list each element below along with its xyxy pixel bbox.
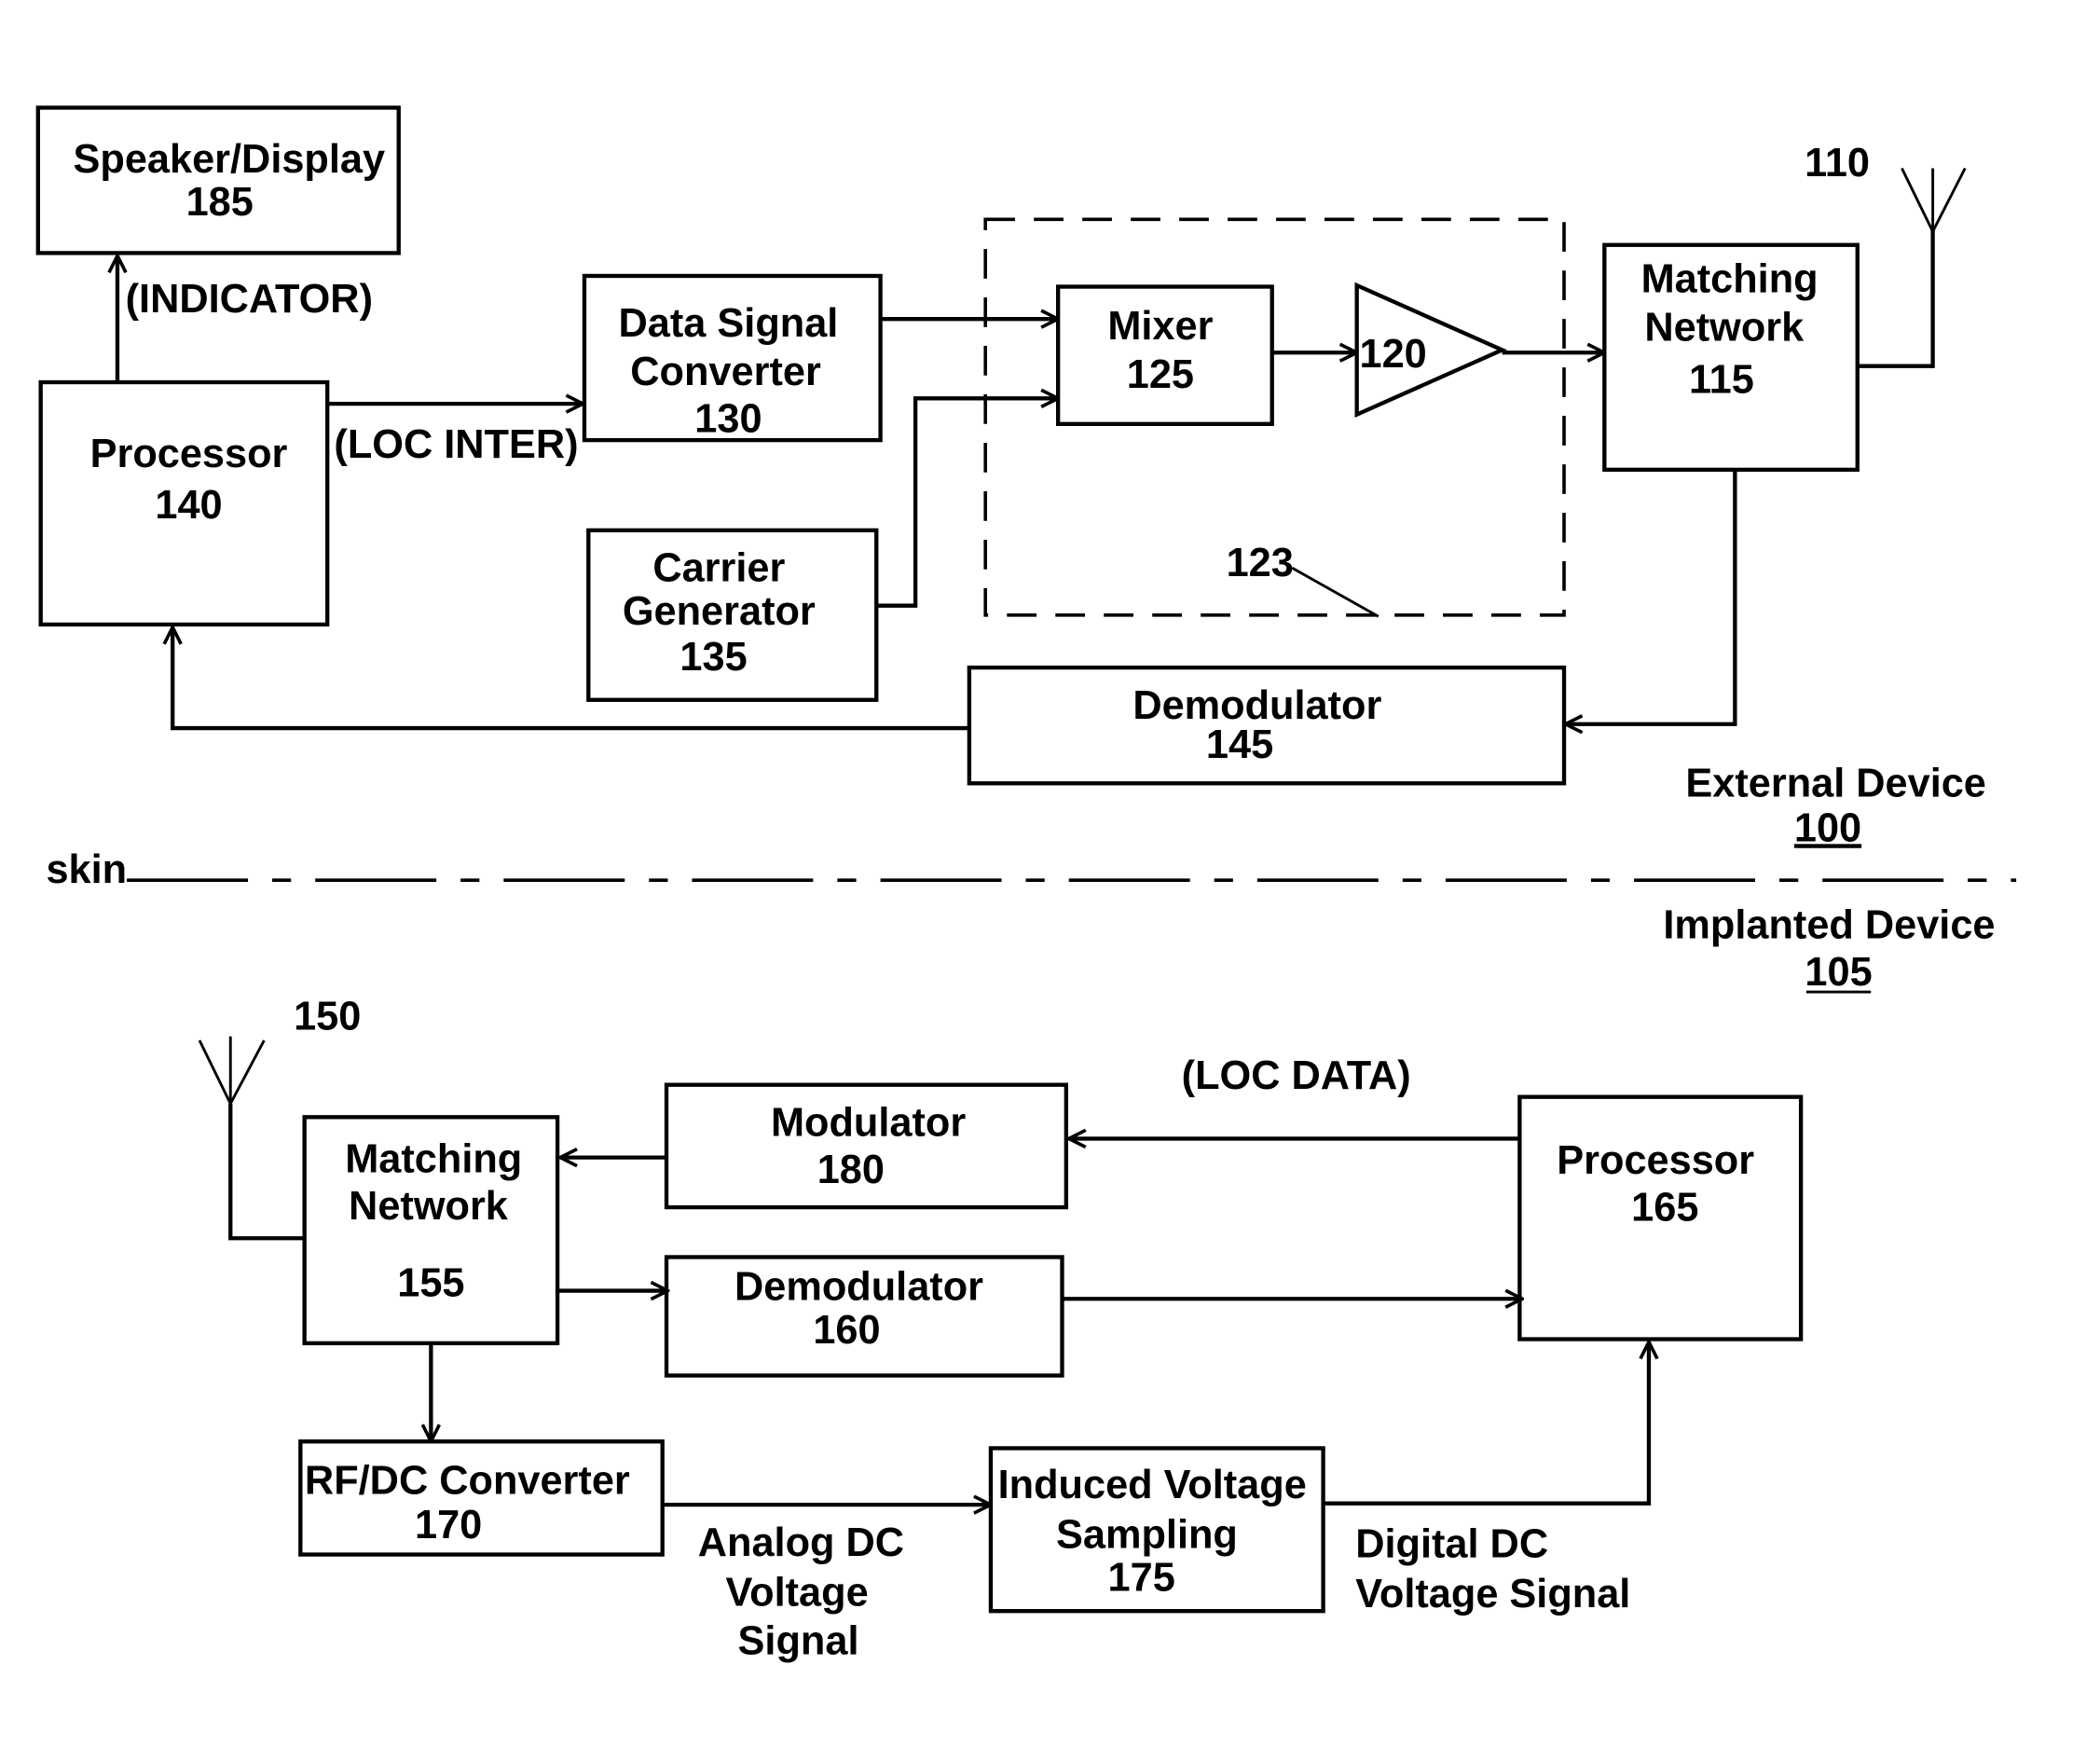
implanted-device-ref: 105 bbox=[1805, 950, 1872, 995]
demodulator-160-label: Demodulator bbox=[734, 1265, 983, 1310]
rf-dc-converter-block: RF/DC Converter 170 bbox=[298, 1439, 665, 1557]
matching-network-155-block: Matching Network 155 bbox=[302, 1115, 560, 1346]
modulator-180-ref: 180 bbox=[817, 1148, 885, 1192]
demodulator-160-block: Demodulator 160 bbox=[664, 1255, 1064, 1378]
matching-network-155-label-1: Matching bbox=[345, 1137, 522, 1182]
antenna-150-arm-right bbox=[228, 1039, 266, 1105]
induced-voltage-sampling-ref: 175 bbox=[1108, 1556, 1175, 1601]
rf-dc-converter-label: RF/DC Converter bbox=[305, 1459, 630, 1504]
speaker-display-ref: 185 bbox=[186, 180, 254, 225]
transmitter-group-leader-line bbox=[1291, 567, 1379, 618]
loc-inter-label: (LOC INTER) bbox=[334, 422, 578, 467]
matching-network-115-block: Matching Network 115 bbox=[1602, 242, 1860, 473]
carrier-generator-ref: 135 bbox=[679, 635, 747, 680]
data-signal-converter-ref: 130 bbox=[694, 396, 762, 441]
processor-165-label: Processor bbox=[1557, 1138, 1754, 1183]
digital-signal-arrow bbox=[1323, 1341, 1649, 1506]
modulator-180-label: Modulator bbox=[771, 1101, 966, 1146]
antenna-110-feed bbox=[1857, 228, 1935, 368]
skin-label: skin bbox=[46, 847, 127, 892]
data-signal-converter-block: Data Signal Converter 130 bbox=[582, 273, 883, 443]
antenna-110-arm-right bbox=[1931, 167, 1967, 232]
mixer-label: Mixer bbox=[1107, 304, 1213, 349]
antenna-110-arm-left bbox=[1901, 167, 1934, 232]
processor-165-ref: 165 bbox=[1631, 1185, 1698, 1230]
antenna-150 bbox=[198, 1036, 305, 1241]
antenna-150-arm-left bbox=[198, 1039, 232, 1105]
demodulator-145-block: Demodulator 145 bbox=[967, 665, 1567, 786]
block-diagram: Speaker/Display 185 (INDICATOR) Processo… bbox=[35, 105, 2017, 1663]
external-device-label: External Device bbox=[1685, 762, 1986, 806]
demodulator-160-ref: 160 bbox=[813, 1308, 880, 1353]
transmitter-group-ref: 123 bbox=[1227, 541, 1294, 585]
antenna-110 bbox=[1857, 167, 1967, 368]
carrier-generator-block: Carrier Generator 135 bbox=[586, 528, 879, 702]
antenna-150-feed bbox=[228, 1103, 305, 1241]
processor-140-ref: 140 bbox=[155, 483, 222, 528]
implanted-device-label: Implanted Device bbox=[1663, 902, 1995, 947]
modulator-180-block: Modulator 180 bbox=[664, 1082, 1068, 1210]
matching-to-demodulator-145-arrow bbox=[1565, 469, 1737, 724]
amplifier-ref: 120 bbox=[1360, 332, 1427, 377]
digital-signal-label-1: Digital DC bbox=[1355, 1521, 1548, 1566]
data-signal-converter-label-1: Data Signal bbox=[619, 301, 839, 346]
matching-network-115-label-2: Network bbox=[1644, 305, 1805, 350]
rf-dc-converter-ref: 170 bbox=[415, 1503, 482, 1548]
matching-network-115-ref: 115 bbox=[1689, 358, 1754, 403]
carrier-generator-label-2: Generator bbox=[623, 589, 816, 634]
demodulator-145-label: Demodulator bbox=[1132, 683, 1381, 728]
processor-140-block: Processor 140 bbox=[38, 379, 330, 627]
antenna-110-ref: 110 bbox=[1805, 141, 1870, 186]
antenna-150-ref: 150 bbox=[294, 994, 361, 1039]
indicator-label: (INDICATOR) bbox=[126, 277, 373, 322]
analog-signal-label-2: Voltage bbox=[725, 1570, 868, 1615]
mixer-block: Mixer 125 bbox=[1055, 284, 1274, 426]
carrier-to-mixer-arrow bbox=[876, 398, 1058, 608]
mixer-ref: 125 bbox=[1127, 352, 1194, 397]
analog-signal-label-1: Analog DC bbox=[698, 1520, 904, 1565]
matching-network-155-label-2: Network bbox=[349, 1184, 509, 1229]
induced-voltage-sampling-block: Induced Voltage Sampling 175 bbox=[988, 1446, 1325, 1614]
digital-signal-label-2: Voltage Signal bbox=[1355, 1572, 1630, 1616]
speaker-display-block: Speaker/Display 185 bbox=[35, 105, 401, 255]
speaker-display-label: Speaker/Display bbox=[74, 137, 386, 182]
external-device-ref: 100 bbox=[1794, 805, 1861, 850]
induced-voltage-sampling-label-2: Sampling bbox=[1056, 1512, 1238, 1557]
data-signal-converter-label-2: Converter bbox=[630, 350, 821, 394]
demodulator-145-ref: 145 bbox=[1206, 722, 1273, 767]
loc-data-label: (LOC DATA) bbox=[1182, 1053, 1411, 1098]
carrier-generator-label-1: Carrier bbox=[652, 546, 785, 591]
matching-network-155-ref: 155 bbox=[397, 1260, 464, 1305]
processor-165-block: Processor 165 bbox=[1517, 1094, 1804, 1341]
processor-140-label: Processor bbox=[90, 432, 288, 476]
amplifier-block: 120 bbox=[1354, 282, 1507, 419]
analog-signal-label-3: Signal bbox=[738, 1618, 859, 1663]
induced-voltage-sampling-label-1: Induced Voltage bbox=[998, 1463, 1307, 1507]
matching-network-115-label-1: Matching bbox=[1641, 256, 1819, 301]
